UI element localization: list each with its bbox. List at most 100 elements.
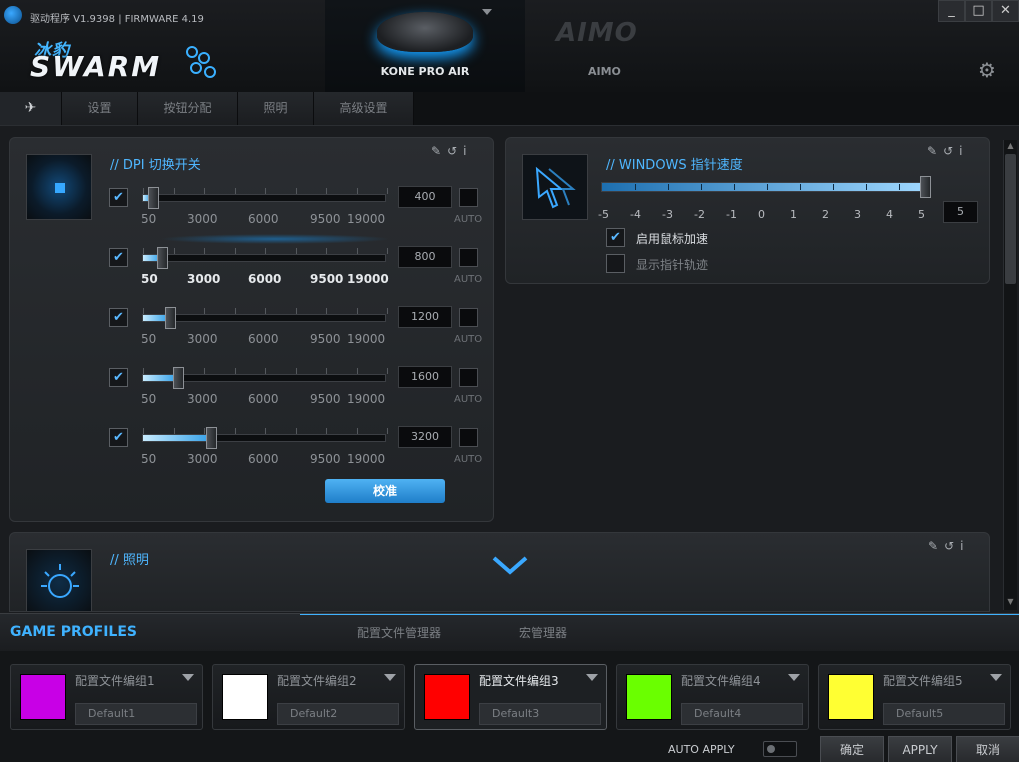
info-icon[interactable]: i bbox=[463, 144, 472, 158]
profile-default-field[interactable]: Default3 bbox=[479, 703, 601, 725]
profile-color-swatch[interactable] bbox=[222, 674, 268, 720]
dpi-auto-checkbox[interactable] bbox=[459, 428, 478, 447]
dpi-panel: // DPI 切换开关 ✎↺i ✔ 50 3000 6000 9500 19000 400 A… bbox=[9, 137, 494, 522]
dpi-slider-handle[interactable] bbox=[173, 367, 185, 389]
reset-icon[interactable]: ↺ bbox=[447, 144, 463, 158]
profiles-tabbar: GAME PROFILES 配置文件管理器 宏管理器 bbox=[0, 613, 1019, 651]
chevron-down-icon[interactable] bbox=[788, 674, 800, 681]
dpi-slider-handle[interactable] bbox=[206, 427, 218, 449]
checkmark-icon: ✔ bbox=[610, 230, 621, 245]
profile-card[interactable]: 配置文件编组1 Default1 bbox=[10, 664, 203, 730]
device-dropdown-icon[interactable] bbox=[482, 9, 492, 15]
info-icon[interactable]: i bbox=[960, 539, 969, 553]
pointer-speed-slider[interactable] bbox=[601, 176, 931, 198]
cancel-button[interactable]: 取消 bbox=[956, 736, 1019, 762]
dpi-slider[interactable] bbox=[142, 427, 388, 449]
device-tab-aimo[interactable]: AIMO bbox=[588, 65, 621, 78]
dpi-auto-label: AUTO bbox=[454, 394, 483, 405]
scroll-down-icon[interactable]: ▼ bbox=[1005, 597, 1016, 609]
profile-card[interactable]: 配置文件编组5 Default5 bbox=[818, 664, 1011, 730]
dpi-scale-label: 6000 bbox=[248, 212, 279, 226]
dpi-enable-checkbox[interactable]: ✔ bbox=[109, 248, 128, 267]
pin-icon[interactable]: ✎ bbox=[431, 144, 447, 158]
profile-card[interactable]: 配置文件编组4 Default4 bbox=[616, 664, 809, 730]
dpi-value-field[interactable]: 1600 bbox=[398, 366, 452, 388]
chevron-down-icon[interactable] bbox=[384, 674, 396, 681]
dpi-auto-checkbox[interactable] bbox=[459, 248, 478, 267]
chevron-down-icon[interactable] bbox=[586, 674, 598, 681]
maximize-button[interactable]: □ bbox=[965, 0, 992, 22]
profile-default-field[interactable]: Default5 bbox=[883, 703, 1005, 725]
profile-card[interactable]: 配置文件编组2 Default2 bbox=[212, 664, 405, 730]
tab-profile-manager[interactable]: 配置文件管理器 bbox=[357, 624, 441, 641]
pointer-tick bbox=[833, 184, 834, 190]
profile-color-swatch[interactable] bbox=[20, 674, 66, 720]
dpi-slider-handle[interactable] bbox=[164, 307, 176, 329]
dpi-auto-checkbox[interactable] bbox=[459, 308, 478, 327]
device-tab-kone-pro-air[interactable]: KONE PRO AIR bbox=[325, 0, 525, 92]
reset-icon[interactable]: ↺ bbox=[944, 539, 960, 553]
pointer-trail-checkbox[interactable] bbox=[606, 254, 625, 273]
dpi-scale-label: 19000 bbox=[347, 392, 386, 406]
info-icon[interactable]: i bbox=[959, 144, 968, 158]
profile-color-swatch[interactable] bbox=[626, 674, 672, 720]
dpi-enable-checkbox[interactable]: ✔ bbox=[109, 188, 128, 207]
scrollbar-thumb[interactable] bbox=[1005, 154, 1016, 284]
dpi-slider[interactable] bbox=[142, 187, 388, 209]
dpi-value-field[interactable]: 1200 bbox=[398, 306, 452, 328]
dpi-slider[interactable] bbox=[142, 367, 388, 389]
dpi-value-field[interactable]: 400 bbox=[398, 186, 452, 208]
dpi-scale-label: 19000 bbox=[347, 272, 389, 286]
pin-icon[interactable]: ✎ bbox=[927, 144, 943, 158]
auto-apply-toggle[interactable] bbox=[763, 741, 797, 757]
scrollbar[interactable]: ▲ ▼ bbox=[1003, 140, 1017, 610]
scroll-up-icon[interactable]: ▲ bbox=[1005, 141, 1016, 153]
window-title: 驱动程序 V1.9398 | FIRMWARE 4.19 bbox=[30, 14, 204, 25]
chevron-down-icon[interactable] bbox=[182, 674, 194, 681]
dpi-enable-checkbox[interactable]: ✔ bbox=[109, 368, 128, 387]
dpi-scale-label: 50 bbox=[141, 392, 157, 406]
tab-advanced[interactable]: 高级设置 bbox=[314, 92, 414, 125]
dpi-enable-checkbox[interactable]: ✔ bbox=[109, 308, 128, 327]
profile-default-field[interactable]: Default1 bbox=[75, 703, 197, 725]
dpi-slider[interactable] bbox=[142, 307, 388, 329]
reset-icon[interactable]: ↺ bbox=[943, 144, 959, 158]
tab-button-assignment[interactable]: 按钮分配 bbox=[138, 92, 238, 125]
dpi-tick bbox=[265, 368, 266, 374]
dpi-slider-handle[interactable] bbox=[148, 187, 160, 209]
dpi-value-field[interactable]: 3200 bbox=[398, 426, 452, 448]
dpi-slider-handle[interactable] bbox=[156, 247, 168, 269]
tab-pin[interactable]: ✈ bbox=[0, 92, 62, 125]
dpi-value-field[interactable]: 800 bbox=[398, 246, 452, 268]
dpi-tick bbox=[295, 248, 297, 254]
tab-settings[interactable]: 设置 bbox=[62, 92, 138, 125]
tab-lighting[interactable]: 照明 bbox=[238, 92, 314, 125]
close-button[interactable]: ✕ bbox=[992, 0, 1019, 22]
chevron-down-icon[interactable] bbox=[990, 674, 1002, 681]
tab-macro-manager[interactable]: 宏管理器 bbox=[519, 624, 567, 641]
dpi-scale-label: 3000 bbox=[187, 212, 218, 226]
pointer-speed-handle[interactable] bbox=[920, 176, 931, 198]
acceleration-checkbox[interactable]: ✔ bbox=[606, 228, 625, 247]
ok-button[interactable]: 确定 bbox=[820, 736, 884, 762]
profile-default-field[interactable]: Default4 bbox=[681, 703, 803, 725]
profile-color-swatch[interactable] bbox=[424, 674, 470, 720]
chevron-down-icon[interactable] bbox=[492, 555, 528, 575]
game-profiles-title[interactable]: GAME PROFILES bbox=[10, 624, 137, 640]
profile-default-field[interactable]: Default2 bbox=[277, 703, 399, 725]
dpi-enable-checkbox[interactable]: ✔ bbox=[109, 428, 128, 447]
profile-card[interactable]: 配置文件编组3 Default3 bbox=[414, 664, 607, 730]
minimize-button[interactable]: _ bbox=[938, 0, 965, 22]
profile-color-swatch[interactable] bbox=[828, 674, 874, 720]
pin-icon[interactable]: ✎ bbox=[928, 539, 944, 553]
dpi-tick bbox=[234, 368, 236, 374]
dpi-slider-fill bbox=[143, 375, 176, 381]
gear-icon[interactable]: ⚙ bbox=[978, 58, 996, 82]
dpi-auto-checkbox[interactable] bbox=[459, 188, 478, 207]
dpi-tick bbox=[143, 428, 144, 434]
apply-button[interactable]: APPLY bbox=[888, 736, 952, 762]
calibrate-button[interactable]: 校准 bbox=[325, 479, 445, 503]
dpi-slider[interactable] bbox=[142, 247, 388, 269]
pointer-speed-value[interactable]: 5 bbox=[943, 201, 978, 223]
dpi-auto-checkbox[interactable] bbox=[459, 368, 478, 387]
